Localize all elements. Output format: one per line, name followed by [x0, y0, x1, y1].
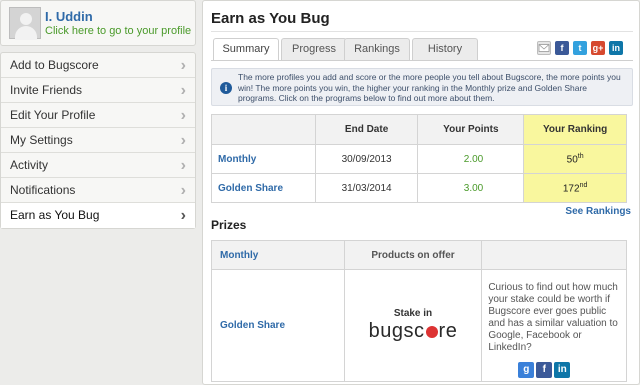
program-link-monthly[interactable]: Monthly: [211, 240, 345, 270]
program-link-golden-share[interactable]: Golden Share: [211, 173, 316, 203]
sidebar-item-label: My Settings: [10, 133, 73, 147]
tab-progress[interactable]: Progress: [281, 38, 347, 60]
sidebar-item-label: Notifications: [10, 183, 76, 197]
stake-label: Stake in: [393, 308, 433, 319]
twitter-icon[interactable]: t: [573, 41, 587, 55]
see-rankings-link[interactable]: See Rankings: [565, 206, 631, 217]
sidebar-item-activity[interactable]: Activity ›: [1, 153, 195, 178]
share-icons: g f in: [488, 361, 620, 378]
main-panel: Earn as You Bug Summary Progress Ranking…: [202, 0, 640, 385]
chevron-right-icon: ›: [180, 157, 186, 174]
points: 3.00: [417, 173, 525, 203]
avatar-body: [15, 26, 37, 40]
divider: [211, 31, 633, 32]
chevron-right-icon: ›: [180, 82, 186, 99]
sidebar-item-notifications[interactable]: Notifications ›: [1, 178, 195, 203]
end-date: 30/09/2013: [314, 144, 419, 174]
tab-history[interactable]: History: [412, 38, 478, 60]
table-header: Your Points: [417, 114, 525, 145]
chevron-right-icon: ›: [180, 57, 186, 74]
facebook-icon[interactable]: f: [555, 41, 569, 55]
table-header-row: Monthly Products on offer: [211, 240, 627, 270]
profile-name[interactable]: I. Uddin: [45, 9, 93, 24]
bugscore-logo: bugsc re: [345, 320, 482, 343]
google-plus-icon[interactable]: g+: [591, 41, 605, 55]
sidebar-item-label: Edit Your Profile: [10, 108, 96, 122]
logo-text: bugsc: [368, 320, 425, 342]
sidebar-item-invite-friends[interactable]: Invite Friends ›: [1, 78, 195, 103]
curious-text: Curious to find out how much your stake …: [488, 281, 618, 353]
sidebar-item-label: Activity: [10, 158, 49, 172]
ranking-suffix: nd: [579, 181, 588, 189]
google-icon[interactable]: g: [518, 361, 535, 378]
tab-rankings[interactable]: Rankings: [344, 38, 410, 60]
table-row: Golden Share 31/03/2014 3.00 172nd: [211, 173, 627, 203]
end-date: 31/03/2014: [314, 173, 419, 203]
logo-text: re: [438, 320, 458, 342]
profile-card[interactable]: I. Uddin Click here to go to your profil…: [0, 0, 196, 46]
points: 2.00: [417, 144, 525, 174]
rankings-table: End Date Your Points Your Ranking Monthl…: [211, 114, 627, 203]
info-box: i The more profiles you add and score or…: [211, 68, 633, 106]
ladybug-icon: [425, 326, 438, 338]
sidebar-item-add-to-bugscore[interactable]: Add to Bugscore ›: [1, 53, 195, 78]
sidebar-item-earn-as-you-bug[interactable]: Earn as You Bug ›: [1, 203, 195, 228]
table-header: Your Ranking: [523, 114, 627, 145]
table-row: Golden Share Stake in bugsc re Curious to…: [211, 269, 627, 382]
program-link-monthly[interactable]: Monthly: [211, 144, 316, 174]
chevron-right-icon: ›: [180, 207, 186, 224]
ranking: 172nd: [523, 173, 627, 203]
table-header-row: End Date Your Points Your Ranking: [211, 114, 627, 145]
curious-cell: Curious to find out how much your stake …: [481, 269, 627, 382]
info-text: The more profiles you add and score or t…: [238, 72, 621, 103]
program-link-golden-share[interactable]: Golden Share: [211, 269, 345, 382]
sidebar-item-edit-profile[interactable]: Edit Your Profile ›: [1, 103, 195, 128]
ranking: 50th: [523, 144, 627, 174]
chevron-right-icon: ›: [180, 132, 186, 149]
linkedin-icon[interactable]: in: [609, 41, 623, 55]
stake-cell: Stake in bugsc re: [343, 269, 483, 382]
info-icon: i: [220, 82, 232, 94]
chevron-right-icon: ›: [180, 182, 186, 199]
prizes-table: Monthly Products on offer Golden Share S…: [211, 240, 627, 382]
table-header: End Date: [314, 114, 419, 145]
ranking-suffix: th: [577, 152, 584, 160]
avatar[interactable]: [9, 7, 41, 40]
sidebar-item-label: Add to Bugscore: [10, 58, 99, 72]
page-title: Earn as You Bug: [211, 10, 330, 27]
sidebar-item-label: Earn as You Bug: [10, 208, 100, 222]
chevron-right-icon: ›: [180, 107, 186, 124]
sidebar: I. Uddin Click here to go to your profil…: [0, 0, 196, 229]
avatar-head: [20, 13, 32, 25]
prizes-heading: Prizes: [211, 218, 247, 232]
ranking-value: 172: [562, 183, 580, 195]
facebook-icon[interactable]: f: [536, 361, 553, 378]
sidebar-item-label: Invite Friends: [10, 83, 83, 97]
table-header: Products on offer: [343, 240, 483, 270]
table-header: [481, 240, 627, 270]
sidebar-menu: Add to Bugscore › Invite Friends › Edit …: [0, 52, 196, 229]
profile-link[interactable]: Click here to go to your profile: [45, 25, 191, 37]
table-header: [211, 114, 316, 145]
sidebar-item-my-settings[interactable]: My Settings ›: [1, 128, 195, 153]
table-row: Monthly 30/09/2013 2.00 50th: [211, 144, 627, 174]
divider: [211, 60, 633, 61]
email-icon[interactable]: [537, 41, 551, 55]
ranking-value: 50: [566, 154, 578, 166]
linkedin-icon[interactable]: in: [554, 361, 571, 378]
tab-summary[interactable]: Summary: [213, 38, 279, 61]
